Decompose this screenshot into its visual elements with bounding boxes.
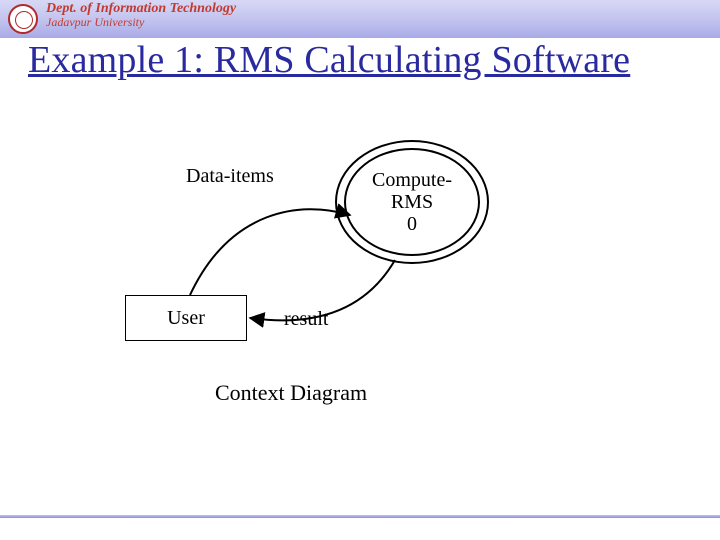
process-line1: Compute- bbox=[372, 169, 452, 191]
header-banner: Dept. of Information Technology Jadavpur… bbox=[0, 0, 720, 38]
footer-divider bbox=[0, 515, 720, 518]
user-label: User bbox=[167, 307, 205, 330]
process-label: Compute- RMS 0 bbox=[372, 169, 452, 235]
slide-title: Example 1: RMS Calculating Software bbox=[28, 38, 630, 82]
diagram-area: Data-items Compute- RMS 0 User result Co… bbox=[0, 100, 720, 480]
university-seal-icon bbox=[8, 4, 38, 34]
process-line2: RMS bbox=[391, 191, 433, 213]
flow-label-data-items: Data-items bbox=[186, 165, 274, 188]
external-entity-user: User bbox=[125, 295, 247, 341]
process-line3: 0 bbox=[407, 213, 417, 235]
diagram-caption: Context Diagram bbox=[215, 380, 367, 406]
dept-name: Dept. of Information Technology bbox=[46, 2, 236, 16]
flow-label-result: result bbox=[284, 308, 328, 331]
process-bubble: Compute- RMS 0 bbox=[344, 148, 480, 256]
university-name: Jadavpur University bbox=[46, 16, 144, 28]
